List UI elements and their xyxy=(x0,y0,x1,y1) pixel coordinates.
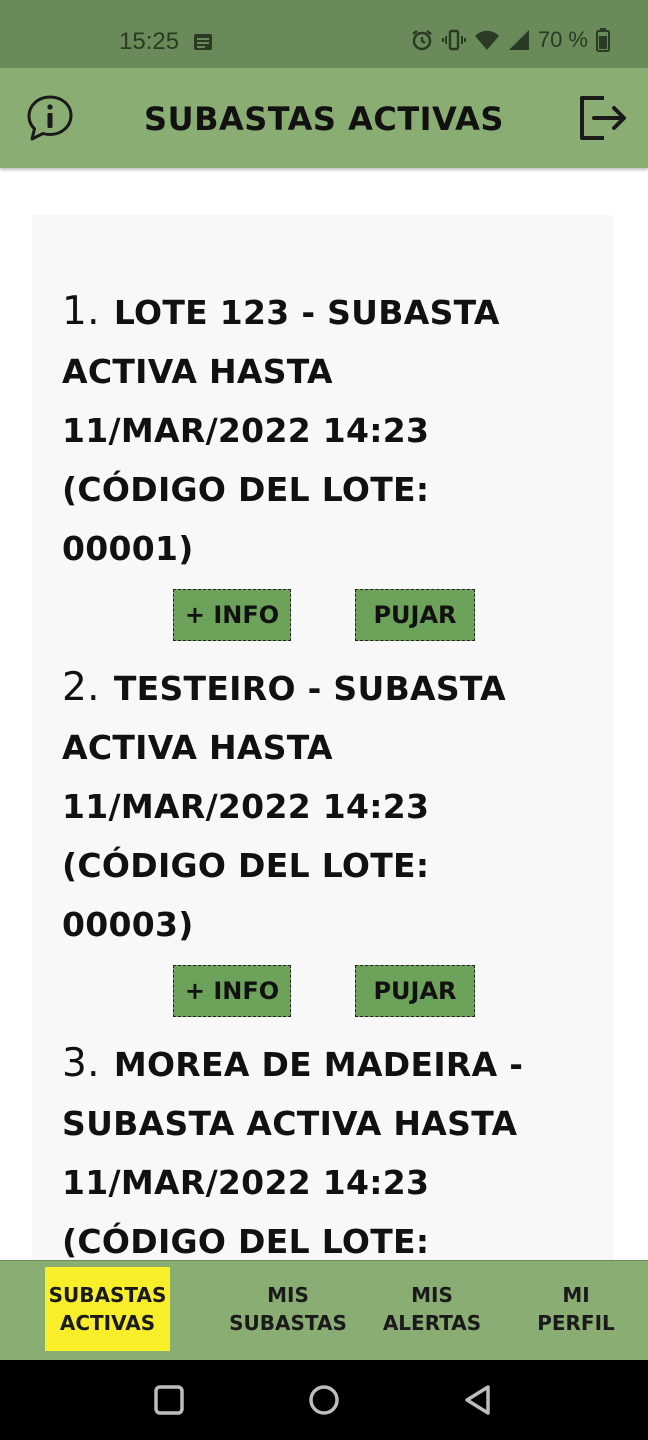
logout-icon[interactable] xyxy=(578,95,628,141)
triangle-back-icon[interactable] xyxy=(462,1384,494,1416)
nav-tab-label-line1: MIS xyxy=(267,1283,309,1307)
nav-tab-label-line2: ACTIVAS xyxy=(59,1311,156,1335)
lot-item: 2. TESTEIRO - SUBASTA ACTIVA HASTA 11/MAR… xyxy=(62,658,542,954)
lot-number: 3. xyxy=(62,1041,100,1086)
bottom-nav: SUBASTAS ACTIVAS MIS SUBASTAS MIS ALERTAS M… xyxy=(0,1260,648,1361)
status-right: 70 % xyxy=(410,27,610,53)
page-title: SUBASTAS ACTIVAS xyxy=(144,100,504,138)
battery-percent: 70 % xyxy=(537,27,588,52)
lot-description: TESTEIRO - SUBASTA ACTIVA HASTA 11/MAR/2… xyxy=(62,669,507,944)
lot-item: 1. LOTE 123 - SUBASTA ACTIVA HASTA 11/MAR… xyxy=(62,282,542,578)
wifi-icon xyxy=(474,29,500,51)
status-bar: 15:25 70 % xyxy=(0,0,648,68)
bid-button[interactable]: PUJAR xyxy=(355,589,475,641)
lot-item: 3. MOREA DE MADEIRA - SUBASTA ACTIVA HAST… xyxy=(62,1034,542,1260)
bid-button[interactable]: PUJAR xyxy=(355,965,475,1017)
notification-icon xyxy=(193,32,213,52)
alarm-icon xyxy=(410,28,434,52)
nav-tab-label-line1: SUBASTAS xyxy=(48,1283,167,1307)
nav-tab-label-line1: MI xyxy=(562,1283,590,1307)
system-nav-bar xyxy=(0,1360,648,1440)
lot-number: 2. xyxy=(62,665,100,710)
info-button[interactable]: + INFO xyxy=(173,965,291,1017)
nav-tab-mis-alertas[interactable]: MIS ALERTAS xyxy=(375,1267,489,1351)
battery-icon xyxy=(596,28,610,52)
nav-tab-label-line1: MIS xyxy=(411,1283,453,1307)
info-button[interactable]: + INFO xyxy=(173,589,291,641)
square-icon[interactable] xyxy=(153,1384,185,1416)
nav-tab-label-line2: ALERTAS xyxy=(382,1311,482,1335)
nav-tab-mis-subastas[interactable]: MIS SUBASTAS xyxy=(223,1267,353,1351)
nav-tab-mi-perfil[interactable]: MI PERFIL xyxy=(526,1267,626,1351)
lot-number: 1. xyxy=(62,289,100,334)
nav-tab-label-line2: PERFIL xyxy=(537,1311,615,1335)
lot-description: LOTE 123 - SUBASTA ACTIVA HASTA 11/MAR/2… xyxy=(62,293,500,568)
status-time: 15:25 xyxy=(119,28,180,55)
app-bar: SUBASTAS ACTIVAS xyxy=(0,68,648,168)
lot-description: MOREA DE MADEIRA - SUBASTA ACTIVA HASTA … xyxy=(62,1045,524,1260)
nav-tab-subastas-activas[interactable]: SUBASTAS ACTIVAS xyxy=(45,1267,170,1351)
vibrate-icon xyxy=(441,28,466,52)
lot-list[interactable]: 1. LOTE 123 - SUBASTA ACTIVA HASTA 11/MAR… xyxy=(32,215,614,1260)
signal-icon xyxy=(508,29,530,51)
circle-icon[interactable] xyxy=(308,1384,340,1416)
nav-tab-label-line2: SUBASTAS xyxy=(229,1311,347,1335)
